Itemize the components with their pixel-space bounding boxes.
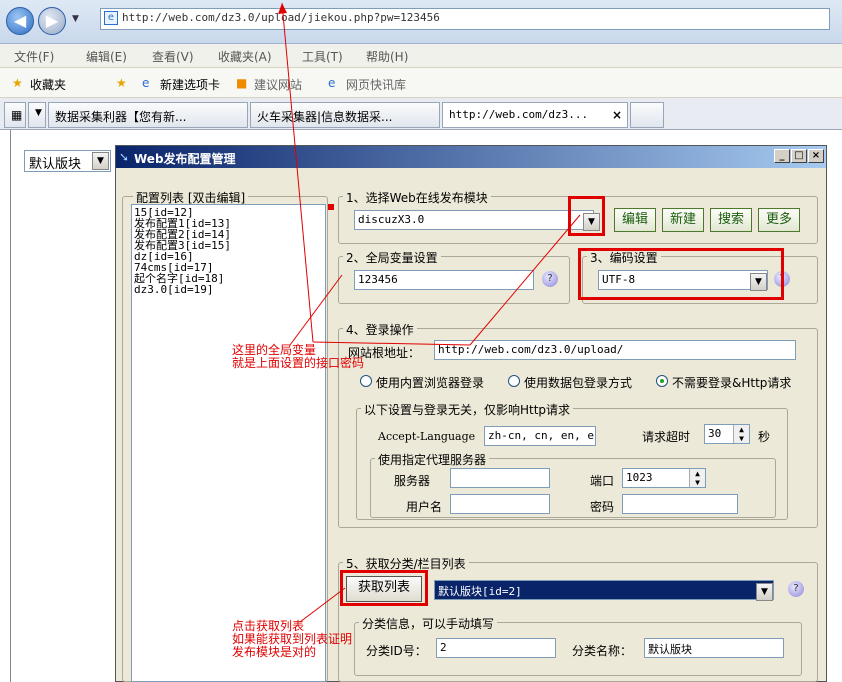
annotation-global-var: 这里的全局变量 就是上面设置的接口密码: [232, 344, 364, 370]
arrow-url-head: [278, 3, 287, 14]
arrow-fetch-line: [299, 587, 346, 623]
arrow-url-line: [281, 2, 314, 343]
arrow-global-var-line: [289, 274, 343, 346]
annotation-line: 发布模块是对的: [232, 645, 317, 659]
arrow-module-line: [469, 214, 581, 346]
annotation-fetch: 点击获取列表 如果能获取到列表证明 发布模块是对的: [232, 620, 352, 659]
annotation-arrows: [278, 2, 581, 623]
annotation-line: 就是上面设置的接口密码: [232, 356, 365, 370]
